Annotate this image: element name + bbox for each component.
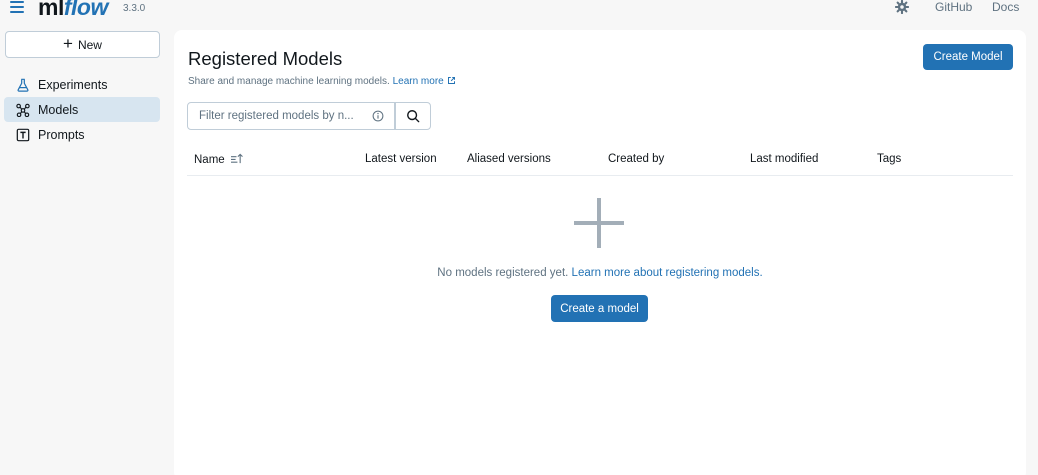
hamburger-menu-icon[interactable]: [10, 0, 24, 14]
sidebar-item-prompts[interactable]: Prompts: [4, 122, 160, 147]
new-button[interactable]: + New: [5, 31, 160, 58]
column-header-tags: Tags: [877, 153, 902, 165]
main-panel: Registered Models Share and manage machi…: [174, 30, 1026, 475]
sort-ascending-icon[interactable]: [230, 153, 243, 164]
page-title: Registered Models: [188, 48, 343, 69]
info-icon[interactable]: [372, 110, 384, 122]
registering-models-link[interactable]: Learn more about registering models.: [572, 267, 763, 279]
column-header-aliased-versions: Aliased versions: [467, 153, 551, 165]
create-a-model-button[interactable]: Create a model: [551, 295, 648, 322]
sidebar-item-label: Experiments: [38, 77, 108, 92]
beaker-icon: [17, 78, 29, 92]
create-model-button[interactable]: Create Model: [923, 44, 1013, 70]
column-header-latest-version: Latest version: [365, 153, 437, 165]
settings-gear-icon[interactable]: [895, 0, 909, 14]
top-bar: mlflow 3.3.0 GitHub Docs: [0, 0, 1038, 22]
new-button-label: New: [77, 37, 102, 52]
page-subtitle: Share and manage machine learning models…: [188, 76, 456, 87]
search-button[interactable]: [395, 102, 431, 130]
learn-more-link[interactable]: Learn more: [393, 76, 456, 87]
github-link[interactable]: GitHub: [935, 0, 972, 14]
plus-icon: +: [63, 34, 73, 53]
sidebar-item-models[interactable]: Models: [4, 97, 160, 122]
mlflow-logo[interactable]: mlflow: [38, 0, 108, 21]
sidebar-item-label: Models: [38, 102, 79, 117]
empty-state-plus-icon: [574, 198, 624, 248]
external-link-icon: [447, 77, 455, 84]
column-header-name[interactable]: Name: [194, 153, 243, 166]
prompt-icon: [16, 128, 30, 141]
column-header-last-modified: Last modified: [750, 153, 819, 165]
empty-state-message: No models registered yet. Learn more abo…: [437, 267, 763, 279]
search-placeholder: Filter registered models by n...: [199, 110, 354, 122]
models-icon: [16, 103, 30, 117]
docs-link[interactable]: Docs: [992, 0, 1019, 14]
sidebar-nav: Experiments Models Prompts: [4, 72, 160, 147]
column-header-created-by: Created by: [608, 153, 665, 165]
subtitle-text: Share and manage machine learning models…: [188, 76, 390, 87]
models-table-header: Name Latest version Aliased versions Cre…: [187, 147, 1013, 176]
sidebar-item-label: Prompts: [38, 127, 85, 142]
version-label: 3.3.0: [123, 3, 146, 14]
filter-models-input[interactable]: Filter registered models by n...: [187, 102, 395, 130]
sidebar-item-experiments[interactable]: Experiments: [4, 72, 160, 97]
search-icon: [407, 110, 420, 123]
